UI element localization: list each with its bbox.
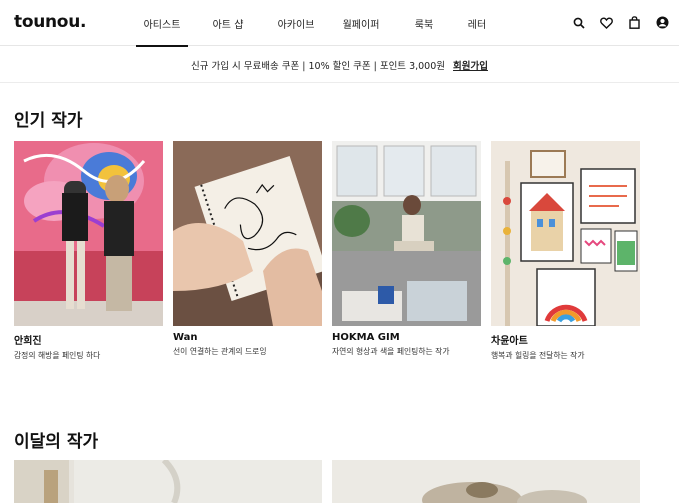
artist-image[interactable] [332,141,481,326]
artist-name: Wan [173,332,198,343]
monthly-artist-list [14,460,640,503]
nav-item-letter[interactable]: 레터 [453,0,501,46]
header-icons [570,14,671,31]
artist-name: HOKMA GIM [332,332,400,343]
section-title-popular: 인기 작가 [14,111,83,131]
promo-banner: 신규 가입 시 무료배송 쿠폰 | 10% 할인 쿠폰 | 포인트 3,000원… [0,47,679,83]
artist-description: 행복과 힐링을 전달하는 작가 [491,351,585,360]
nav-item-artists[interactable]: 아티스트 [136,0,188,47]
nav-item-lookbook[interactable]: 룩북 [401,0,447,46]
artist-card[interactable]: HOKMA GIM 자연의 형상과 색을 페인팅하는 작가 [332,141,481,361]
artist-image[interactable] [491,141,640,326]
account-icon[interactable] [654,14,671,31]
monthly-artist-image[interactable] [332,460,640,503]
signup-link[interactable]: 회원가입 [453,58,488,72]
shopping-bag-icon[interactable] [626,14,643,31]
promo-text: 신규 가입 시 무료배송 쿠폰 | 10% 할인 쿠폰 | 포인트 3,000원 [191,60,446,72]
logo[interactable]: tounou. [14,12,86,32]
artist-card[interactable]: Wan 선이 연결하는 관계의 드로잉 [173,141,322,361]
site-header: tounou. 아티스트 아트 샵 아카이브 월페이퍼 룩북 레터 [0,0,679,47]
nav-item-archive[interactable]: 아카이브 [271,0,321,46]
heart-icon[interactable] [598,14,615,31]
artist-description: 선이 연결하는 관계의 드로잉 [173,347,267,356]
nav-item-art-shop[interactable]: 아트 샵 [188,0,268,46]
nav-item-wallpaper[interactable]: 월페이퍼 [330,0,392,46]
artist-image[interactable] [14,141,163,326]
artist-name: 차윤아트 [491,336,528,347]
artist-description: 감정의 해방을 페인팅 하다 [14,351,101,360]
artist-card[interactable]: 안희진 감정의 해방을 페인팅 하다 [14,141,163,361]
monthly-artist-image[interactable] [14,460,322,503]
search-icon[interactable] [570,14,587,31]
artist-card-list: 안희진 감정의 해방을 페인팅 하다 Wan 선이 연결하는 관계의 드로잉 H… [14,141,640,361]
section-title-monthly: 이달의 작가 [14,432,99,452]
main-nav: 아티스트 아트 샵 아카이브 월페이퍼 룩북 레터 [136,0,501,47]
artist-image[interactable] [173,141,322,326]
artist-description: 자연의 형상과 색을 페인팅하는 작가 [332,347,450,356]
artist-card[interactable]: 차윤아트 행복과 힐링을 전달하는 작가 [491,141,640,361]
artist-name: 안희진 [14,336,42,347]
